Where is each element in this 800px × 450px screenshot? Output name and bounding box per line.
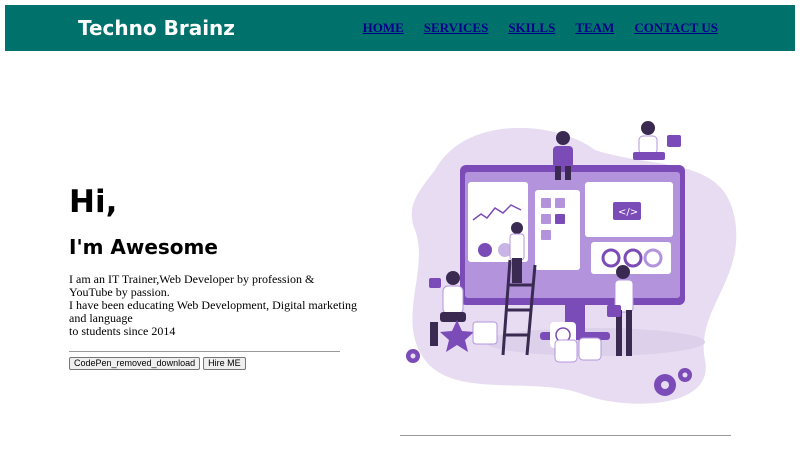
divider-right — [400, 435, 731, 436]
nav-link-home[interactable]: HOME — [363, 20, 404, 36]
hero-description-line: I have been educating Web Development, D… — [69, 298, 358, 325]
hero-description-line: I am an IT Trainer,Web Developer by prof… — [69, 272, 315, 299]
hero-greeting: Hi, — [69, 184, 118, 220]
divider — [69, 351, 340, 352]
svg-text:</>: </> — [618, 207, 638, 218]
nav-link-services[interactable]: SERVICES — [424, 20, 489, 36]
hero-actions: CodePen_removed_download Hire ME — [69, 357, 246, 370]
hero-illustration: </> — [395, 110, 740, 415]
site-header: Techno Brainz HOME SERVICES SKILLS TEAM … — [5, 5, 795, 51]
hero-description: I am an IT Trainer,Web Developer by prof… — [69, 273, 359, 338]
download-button[interactable]: CodePen_removed_download — [69, 357, 201, 370]
nav-link-team[interactable]: TEAM — [575, 20, 614, 36]
brand-logo[interactable]: Techno Brainz — [78, 15, 235, 41]
hero-description-line: to students since 2014 — [69, 324, 176, 338]
main-nav: HOME SERVICES SKILLS TEAM CONTACT US — [363, 20, 718, 36]
hero-section: Hi, I'm Awesome I am an IT Trainer,Web D… — [69, 180, 369, 338]
hire-me-button[interactable]: Hire ME — [203, 357, 246, 370]
hero-subtitle: I'm Awesome — [69, 235, 218, 259]
team-illustration-svg: </> — [406, 121, 737, 404]
nav-link-contact[interactable]: CONTACT US — [634, 20, 718, 36]
nav-link-skills[interactable]: SKILLS — [508, 20, 555, 36]
